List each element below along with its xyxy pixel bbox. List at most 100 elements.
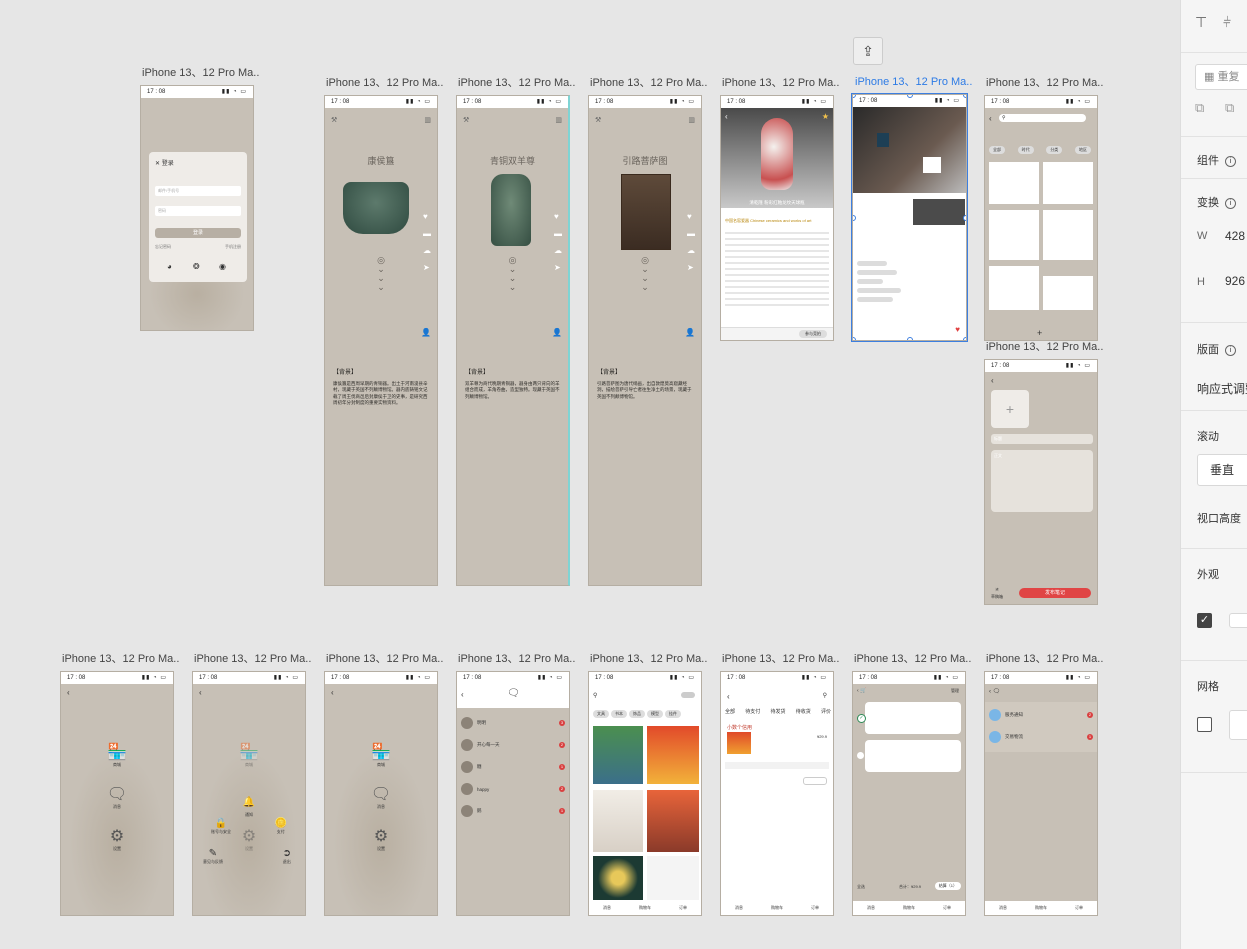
wechat-icon[interactable]: ❂ [193,262,200,271]
user-icon[interactable]: 👤 [421,328,431,337]
artboard-label-selected[interactable]: iPhone 13、12 Pro Ma... [855,73,973,89]
nav-cart[interactable]: 购物车 [903,905,915,911]
forgot-link[interactable]: 忘记密码 [155,244,171,250]
settings-logout[interactable]: ➲ 退出 [283,848,291,865]
menu-store[interactable]: 🏪 商城 [371,744,391,768]
chevron-down-icon[interactable]: ◎ ⌄ ⌄ ⌄ [509,256,517,292]
cart-item-checkbox[interactable]: ✓ [857,714,866,723]
product-card[interactable] [593,790,643,852]
responsive-label[interactable]: 响应式调整 [1197,380,1247,397]
user-icon[interactable]: 👤 [685,328,695,337]
tab-books[interactable]: 书本 [611,710,627,718]
artboard-post[interactable]: 17 : 08 ▮▮ ◔ ▭ ‹ + 标题 正文 🗎 草稿箱 发布笔记 [984,359,1098,605]
result-card[interactable] [1043,210,1093,260]
nav-messages[interactable]: 消息 [867,905,875,911]
tab-pendants[interactable]: 挂件 [665,710,681,718]
cart-item[interactable] [865,740,961,772]
nav-cart[interactable]: 购物车 [1035,905,1047,911]
settings-feedback[interactable]: ✎ 意见与反馈 [203,848,223,865]
comment-icon[interactable]: ▬ [554,229,562,238]
heart-icon[interactable]: ♥ [554,212,562,221]
hammer-icon[interactable]: ⚒ [595,116,601,124]
artboard-relic-2[interactable]: 17 : 08 ▮▮ ◔ ▭ ⚒ ▥ 青铜双羊尊 ♥ ▬ ☁ ➤ ◎ ⌄ ⌄ ⌄ 👤 【… [456,95,570,586]
draft-button[interactable]: 🗎 草稿箱 [991,587,1003,600]
order-action-button[interactable] [803,777,827,785]
tab-era[interactable]: 时代 [1017,146,1034,154]
search-icon[interactable]: ⚲ [593,692,597,699]
resize-handle[interactable] [963,337,966,340]
back-icon[interactable]: ‹ [727,692,730,701]
book-icon[interactable]: ▥ [688,116,695,124]
share-icon[interactable]: ⇪ [853,37,883,65]
tab-to-receive[interactable]: 待收货 [796,708,811,715]
book-icon[interactable]: ▥ [424,116,431,124]
result-card[interactable] [1043,276,1093,310]
collect-icon[interactable]: ☁ [554,246,562,255]
back-icon[interactable]: ‹ [67,688,70,697]
artboard-cart[interactable]: 17 : 08 ▮▮ ◔ ▭ ‹ 🛒 管理 ✓ 全选 合计：¥29.9 结算（1）… [852,671,966,916]
nav-orders[interactable]: 订单 [1075,905,1083,911]
chat-row[interactable]: 开心每一天 2 [461,736,565,754]
chat-row[interactable]: happy 2 [461,780,565,798]
close-icon[interactable]: ✕ [155,161,160,167]
width-input[interactable]: 428 [1225,229,1245,243]
design-canvas[interactable]: ⇪ iPhone 13、12 Pro Ma... iPhone 13、12 Pr… [0,0,1180,949]
menu-store[interactable]: 🏪 商城 [239,744,259,768]
heart-icon[interactable]: ♥ [423,212,431,221]
publish-button[interactable]: 发布笔记 [1019,588,1091,598]
checkout-button[interactable]: 结算（1） [934,882,961,890]
menu-messages[interactable]: 🗨 消息 [107,786,127,810]
menu-store[interactable]: 🏪 商城 [107,744,127,768]
product-card[interactable] [647,726,699,784]
menu-settings[interactable]: ⚙ 设置 [374,828,388,852]
password-input[interactable]: 密码 [155,206,241,216]
artboard-label[interactable]: iPhone 13、12 Pro Ma... [458,650,576,666]
appearance-checkbox[interactable]: ✓ [1197,613,1212,628]
resize-handle[interactable] [907,337,913,340]
book-icon[interactable]: ▥ [555,116,562,124]
scroll-direction-select[interactable]: 垂直 [1197,454,1247,486]
product-card[interactable] [647,790,699,852]
hammer-icon[interactable]: ⚒ [463,116,469,124]
info-icon[interactable]: i [1225,155,1236,167]
grid-checkbox[interactable] [1197,717,1212,732]
paste-icon[interactable]: ⧉ [1225,100,1234,116]
artboard-label[interactable]: iPhone 13、12 Pro Ma... [326,74,444,90]
bid-button[interactable]: 参与竞拍 [799,330,827,338]
chevron-down-icon[interactable]: ◎ ⌄ ⌄ ⌄ [377,256,385,292]
title-input[interactable]: 标题 [991,434,1093,444]
heart-icon[interactable]: ♥ [955,325,960,334]
collect-icon[interactable]: ☁ [423,246,431,255]
nav-messages[interactable]: 消息 [735,905,743,911]
result-card[interactable] [989,210,1039,260]
cart-item-checkbox[interactable] [857,752,864,759]
notify-row[interactable]: 服务通知 2 [989,706,1093,724]
chat-row[interactable]: 明明 3 [461,714,565,732]
artboard-label[interactable]: iPhone 13、12 Pro Ma... [986,74,1104,90]
result-card[interactable] [989,162,1039,204]
artboard-menu-3[interactable]: 17 : 08 ▮▮ ◔ ▭ ‹ 🏪 商城 🗨 消息 ⚙ 设置 [324,671,438,916]
search-icon[interactable]: ⚲ [823,692,827,699]
comment-icon[interactable]: ▬ [687,229,695,238]
nav-orders[interactable]: 订单 [679,905,687,911]
search-icon[interactable]: ⚲ [999,114,1086,122]
notify-row[interactable]: 交易物流 1 [989,728,1093,746]
chevron-down-icon[interactable]: ◎ ⌄ ⌄ ⌄ [641,256,649,292]
tab-all[interactable]: 全部 [725,708,735,715]
nav-orders[interactable]: 订单 [811,905,819,911]
tab-all[interactable]: 全部 [989,146,1005,154]
back-icon[interactable]: ‹ [725,112,728,121]
user-icon[interactable]: 👤 [552,328,562,337]
nav-cart[interactable]: 购物车 [771,905,783,911]
artboard-auction[interactable]: 17 : 08 ▮▮ ◔ ▭ ‹ ★ 清乾隆 粉彩红釉龙纹天球瓶 中国名窑瓷器 C… [720,95,834,341]
menu-messages[interactable]: 🗨 消息 [371,786,391,810]
info-icon[interactable]: i [1225,197,1236,209]
tab-to-pay[interactable]: 待支付 [745,708,760,715]
back-icon[interactable]: ‹ 🗨 [989,688,1000,695]
artboard-menu-2[interactable]: 17 : 08 ▮▮ ◔ ▭ ‹ 🏪 商城 🔔 通知 🔒 账号与安全 🪙 支付 ⚙ 设置 ✎… [192,671,306,916]
share-icon[interactable]: ➤ [687,263,695,272]
menu-settings[interactable]: ⚙ 设置 [110,828,124,852]
appearance-color-swatch[interactable] [1229,613,1247,628]
artboard-shop[interactable]: 17 : 08 ▮▮ ◔ ▭ ⚲ 文具 书本 饰品 模型 挂件 消息 购物车 订单 [588,671,702,916]
artboard-relic-3[interactable]: 17 : 08 ▮▮ ◔ ▭ ⚒ ▥ 引路菩萨图 ♥ ▬ ☁ ➤ ◎ ⌄ ⌄ ⌄ 👤 【… [588,95,702,586]
